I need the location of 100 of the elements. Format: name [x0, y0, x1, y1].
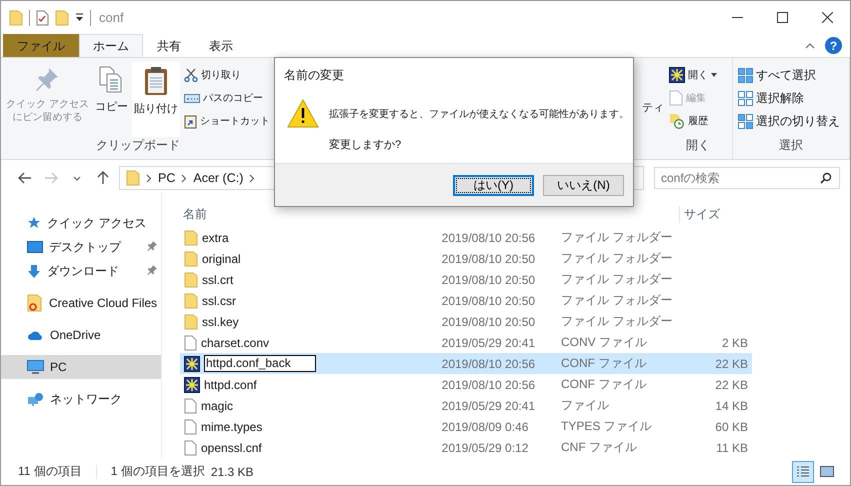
- sidebar-item[interactable]: PC: [1, 355, 161, 379]
- collapse-ribbon-icon[interactable]: [805, 42, 815, 48]
- chevron-right-icon: [249, 174, 256, 182]
- sidebar-item[interactable]: ネットワーク: [1, 387, 161, 411]
- type-cell: CONF ファイル: [561, 356, 646, 370]
- close-icon[interactable]: [822, 12, 833, 23]
- file-row[interactable]: httpd.conf 2019/08/10 20:56 CONF ファイル 22 KB: [180, 374, 752, 395]
- file-row[interactable]: ssl.crt 2019/08/10 20:50 ファイル フォルダー: [180, 269, 752, 290]
- cloud-icon: [27, 330, 44, 340]
- folder-icon: [184, 272, 198, 288]
- up-arrow-icon[interactable]: [97, 171, 109, 185]
- folder-icon: [184, 314, 198, 330]
- select-all-icon: [738, 68, 753, 82]
- no-button[interactable]: いいえ(N): [543, 174, 624, 196]
- breadcrumb[interactable]: Acer (C:): [193, 171, 244, 185]
- edit-document-icon: [669, 90, 683, 106]
- checked-document-icon[interactable]: [36, 10, 49, 26]
- type-cell: CONV ファイル: [561, 335, 648, 349]
- copy-icon: [99, 66, 124, 94]
- column-header[interactable]: サイズ: [679, 206, 720, 222]
- invert-selection-icon: [738, 114, 753, 128]
- shortcut-icon: [184, 114, 197, 128]
- chevron-right-icon: [146, 174, 152, 182]
- folder-icon: [184, 230, 198, 246]
- sidebar-item[interactable]: ダウンロード: [1, 259, 161, 283]
- path-icon: [184, 94, 200, 102]
- date-cell: 2019/08/10 20:50: [442, 314, 536, 328]
- size-cell: 22 KB: [715, 356, 748, 370]
- ribbon-button-label[interactable]: ティ: [642, 102, 664, 114]
- file-row[interactable]: openssl.cnf 2019/05/29 0:12 CNF ファイル 11 KB: [180, 437, 752, 458]
- size-cell: 11 KB: [716, 440, 748, 454]
- type-cell: ファイル フォルダー: [561, 293, 672, 307]
- group-label: 選択: [778, 137, 804, 154]
- type-cell: TYPES ファイル: [561, 419, 652, 433]
- paste-button[interactable]: 貼り付け: [132, 62, 180, 137]
- date-cell: 2019/05/29 20:41: [442, 398, 536, 412]
- document-icon: [184, 440, 197, 456]
- help-button[interactable]: ?: [825, 37, 842, 54]
- copy-button[interactable]: コピー: [92, 62, 130, 137]
- file-name: mime.types: [201, 420, 262, 434]
- size-cell: 60 KB: [715, 420, 748, 434]
- details-view-button[interactable]: [792, 460, 814, 482]
- ribbon-button[interactable]: 選択の切り替え: [736, 110, 842, 132]
- dropdown-icon[interactable]: [75, 13, 84, 22]
- pin-icon: [34, 66, 60, 92]
- ribbon-button[interactable]: 履歴: [667, 110, 719, 132]
- file-row[interactable]: ssl.key 2019/08/10 20:50 ファイル フォルダー: [180, 311, 752, 332]
- size-cell: 14 KB: [715, 398, 748, 412]
- ribbon-tab[interactable]: ホーム: [79, 34, 143, 57]
- sidebar-item[interactable]: クイック アクセス: [1, 211, 161, 235]
- back-arrow-icon[interactable]: [18, 172, 32, 184]
- maximize-icon[interactable]: [777, 12, 788, 23]
- file-name: extra: [202, 230, 229, 244]
- search-field[interactable]: confの検索: [654, 167, 840, 189]
- date-cell: 2019/08/09 0:46: [442, 420, 528, 434]
- file-row[interactable]: ssl.csr 2019/08/10 20:50 ファイル フォルダー: [180, 290, 752, 311]
- folder-icon: [9, 10, 23, 26]
- sidebar-item[interactable]: Creative Cloud Files: [1, 291, 161, 315]
- ribbon-button[interactable]: ショートカット: [182, 110, 272, 132]
- sidebar-item[interactable]: デスクトップ: [1, 235, 161, 259]
- desktop-icon: [27, 240, 43, 254]
- file-menu-tab[interactable]: ファイル: [3, 34, 79, 57]
- starburst-file-icon: [184, 376, 200, 392]
- file-row[interactable]: magic 2019/05/29 20:41 ファイル 14 KB: [180, 395, 752, 416]
- window-title: conf: [99, 10, 124, 25]
- ribbon-button[interactable]: 切り取り: [182, 64, 272, 86]
- breadcrumb[interactable]: PC: [158, 171, 176, 185]
- date-cell: 2019/08/10 20:56: [442, 230, 536, 244]
- file-name: openssl.cnf: [201, 440, 262, 454]
- date-cell: 2019/08/10 20:50: [442, 294, 536, 308]
- thumbnail-icon: [820, 466, 834, 477]
- scissors-icon: [184, 68, 198, 82]
- dialog-title: 名前の変更: [284, 68, 344, 82]
- file-row[interactable]: httpd.conf_back 2019/08/10 20:56 CONF ファイル 22 KB: [180, 353, 752, 374]
- file-name: magic: [201, 398, 234, 412]
- ribbon-button[interactable]: パスのコピー: [182, 87, 272, 109]
- star-icon: [27, 216, 41, 230]
- ribbon-button[interactable]: 選択解除: [736, 87, 842, 109]
- sidebar-item[interactable]: OneDrive: [1, 323, 161, 347]
- ribbon-tab[interactable]: 表示: [195, 34, 247, 57]
- date-cell: 2019/08/10 20:56: [442, 378, 536, 392]
- history-icon: [669, 113, 685, 129]
- column-header[interactable]: 名前: [180, 206, 437, 222]
- file-row[interactable]: original 2019/08/10 20:50 ファイル フォルダー: [180, 248, 752, 269]
- ribbon-button[interactable]: 開く: [667, 64, 719, 86]
- ribbon-button[interactable]: すべて選択: [736, 64, 842, 86]
- yes-button[interactable]: はい(Y): [453, 174, 534, 196]
- folder-icon: [126, 170, 140, 186]
- chevron-down-icon[interactable]: [73, 176, 81, 180]
- file-name: charset.conv: [201, 336, 270, 350]
- rename-field[interactable]: httpd.conf_back: [204, 355, 316, 372]
- warning-icon: [287, 99, 319, 128]
- size-cell: 22 KB: [715, 378, 748, 392]
- type-cell: ファイル: [561, 398, 609, 412]
- file-name: httpd.conf: [204, 378, 257, 392]
- file-row[interactable]: mime.types 2019/08/09 0:46 TYPES ファイル 60 KB: [180, 416, 752, 437]
- ribbon-tab[interactable]: 共有: [143, 34, 195, 57]
- file-row[interactable]: extra 2019/08/10 20:56 ファイル フォルダー: [180, 227, 752, 248]
- date-cell: 2019/05/29 0:12: [442, 440, 528, 454]
- file-row[interactable]: charset.conv 2019/05/29 20:41 CONV ファイル 2 KB: [180, 332, 752, 353]
